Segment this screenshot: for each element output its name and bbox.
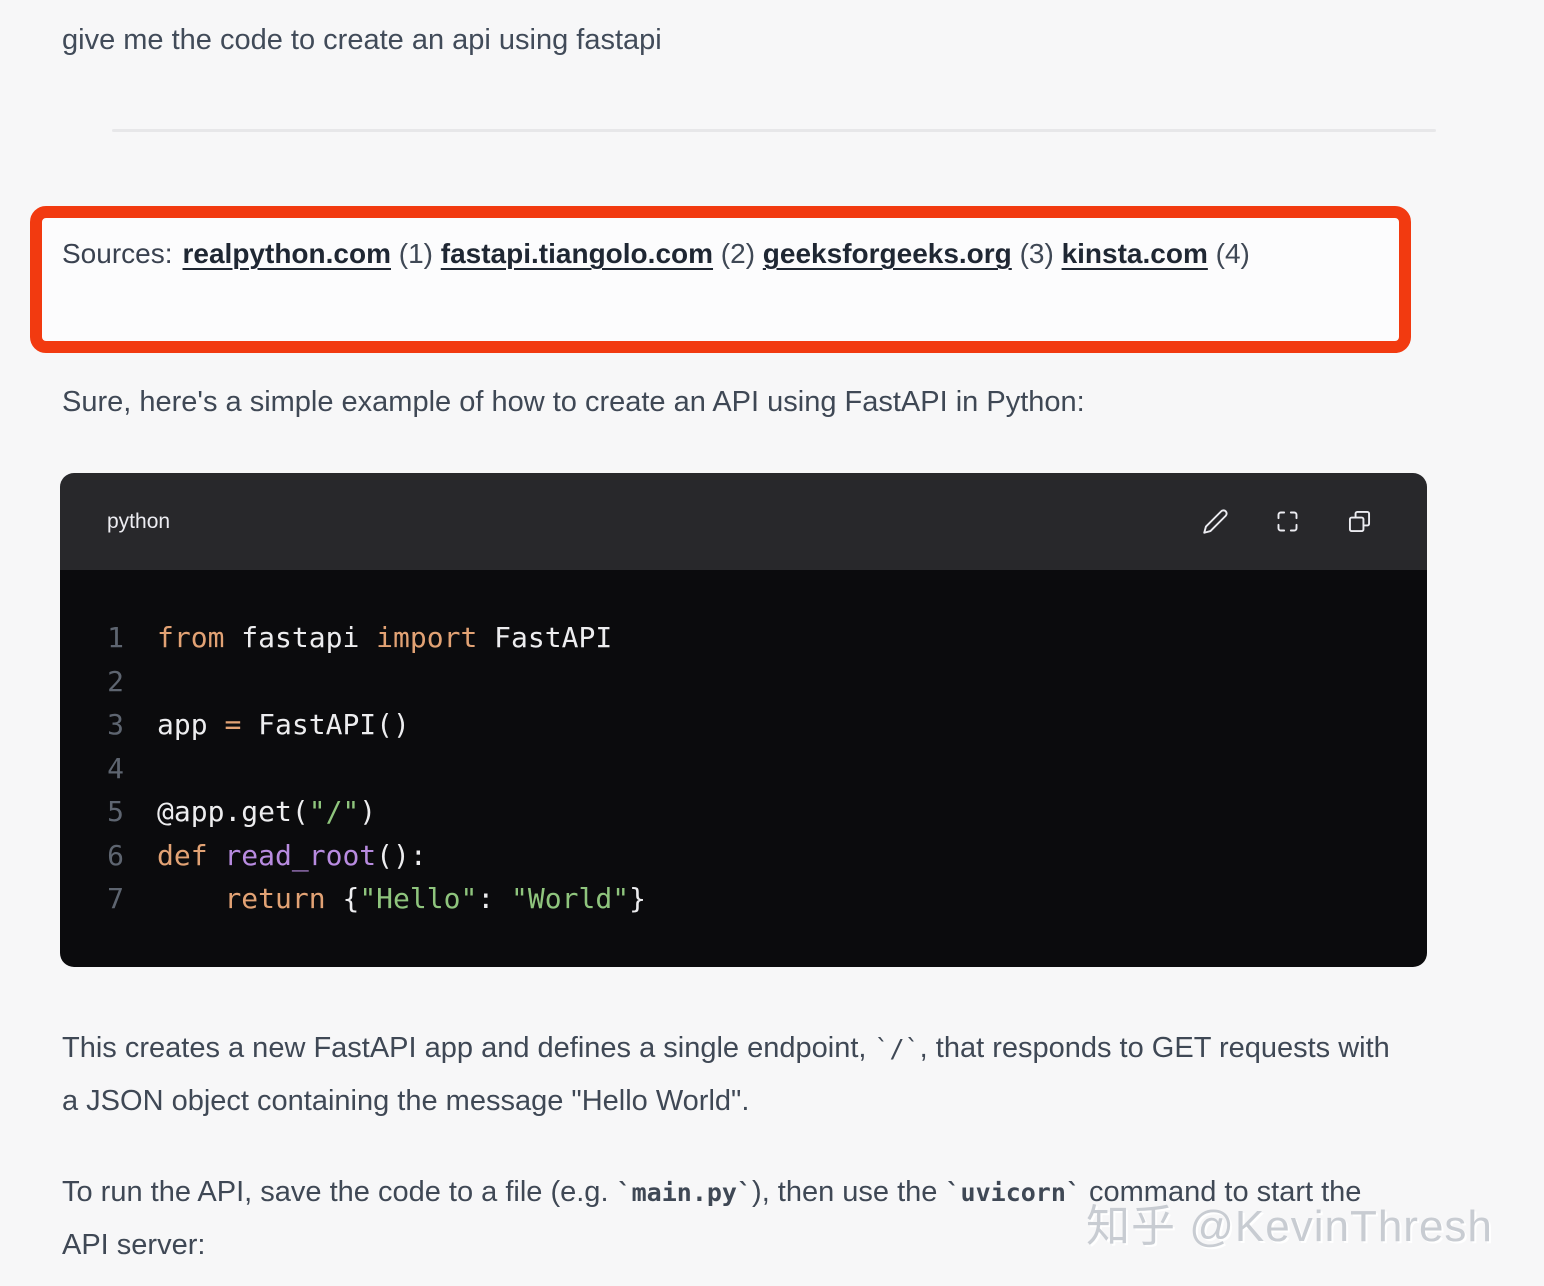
answer-paragraph-1: This creates a new FastAPI app and defin… <box>62 1022 1410 1127</box>
source-link-geeksforgeeks.org[interactable]: geeksforgeeks.org <box>763 238 1012 269</box>
source-marker: (2) <box>713 238 763 269</box>
code-line-3: 3app = FastAPI() <box>60 703 1427 747</box>
paragraph-text: ), then use the <box>752 1176 945 1208</box>
code-text: def read_root(): <box>124 839 427 872</box>
code-line-2: 2 <box>60 660 1427 704</box>
code-line-1: 1from fastapi import FastAPI <box>60 616 1427 660</box>
code-text: return {"Hello": "World"} <box>124 882 646 915</box>
code-line-7: 7 return {"Hello": "World"} <box>60 877 1427 921</box>
line-number: 2 <box>60 665 124 698</box>
line-number: 5 <box>60 795 124 828</box>
source-marker: (4) <box>1208 238 1250 269</box>
sources-highlight-box: Sources: realpython.com (1) fastapi.tiang… <box>30 206 1411 353</box>
inline-code: `/` <box>875 1034 920 1063</box>
sources-label: Sources: <box>62 238 173 269</box>
line-number: 7 <box>60 882 124 915</box>
source-link-realpython.com[interactable]: realpython.com <box>183 238 391 269</box>
code-block-header: python <box>60 473 1427 570</box>
source-link-kinsta.com[interactable]: kinsta.com <box>1062 238 1208 269</box>
source-marker: (3) <box>1012 238 1062 269</box>
code-line-4: 4 <box>60 747 1427 791</box>
code-line-5: 5@app.get("/") <box>60 790 1427 834</box>
line-number: 1 <box>60 621 124 654</box>
answer-intro: Sure, here's a simple example of how to … <box>62 384 1085 420</box>
paragraph-text: To run the API, save the code to a file … <box>62 1176 617 1208</box>
user-prompt: give me the code to create an api using … <box>62 22 662 58</box>
sources-links: realpython.com (1) fastapi.tiangolo.com … <box>183 238 1250 269</box>
chat-page: give me the code to create an api using … <box>0 0 1544 1286</box>
code-block: python <box>60 473 1427 967</box>
code-body: 1from fastapi import FastAPI23app = Fast… <box>60 570 1427 967</box>
source-marker: (1) <box>391 238 441 269</box>
code-text: @app.get("/") <box>124 795 376 828</box>
watermark: 知乎 @KevinThresh <box>1086 1190 1493 1254</box>
source-link-fastapi.tiangolo.com[interactable]: fastapi.tiangolo.com <box>441 238 713 269</box>
inline-code: `main.py` <box>617 1178 752 1207</box>
code-toolbar <box>1202 508 1373 535</box>
inline-code: `uvicorn` <box>946 1178 1081 1207</box>
expand-icon[interactable] <box>1274 508 1301 535</box>
code-text: app = FastAPI() <box>124 708 410 741</box>
code-text: from fastapi import FastAPI <box>124 621 612 654</box>
message-divider <box>112 129 1436 132</box>
paragraph-text: This creates a new FastAPI app and defin… <box>62 1032 875 1064</box>
line-number: 6 <box>60 839 124 872</box>
code-line-6: 6def read_root(): <box>60 834 1427 878</box>
edit-icon[interactable] <box>1202 508 1229 535</box>
line-number: 3 <box>60 708 124 741</box>
code-language-label: python <box>107 510 170 534</box>
copy-icon[interactable] <box>1346 508 1373 535</box>
sources-line: Sources: realpython.com (1) fastapi.tiang… <box>62 228 1379 280</box>
line-number: 4 <box>60 752 124 785</box>
